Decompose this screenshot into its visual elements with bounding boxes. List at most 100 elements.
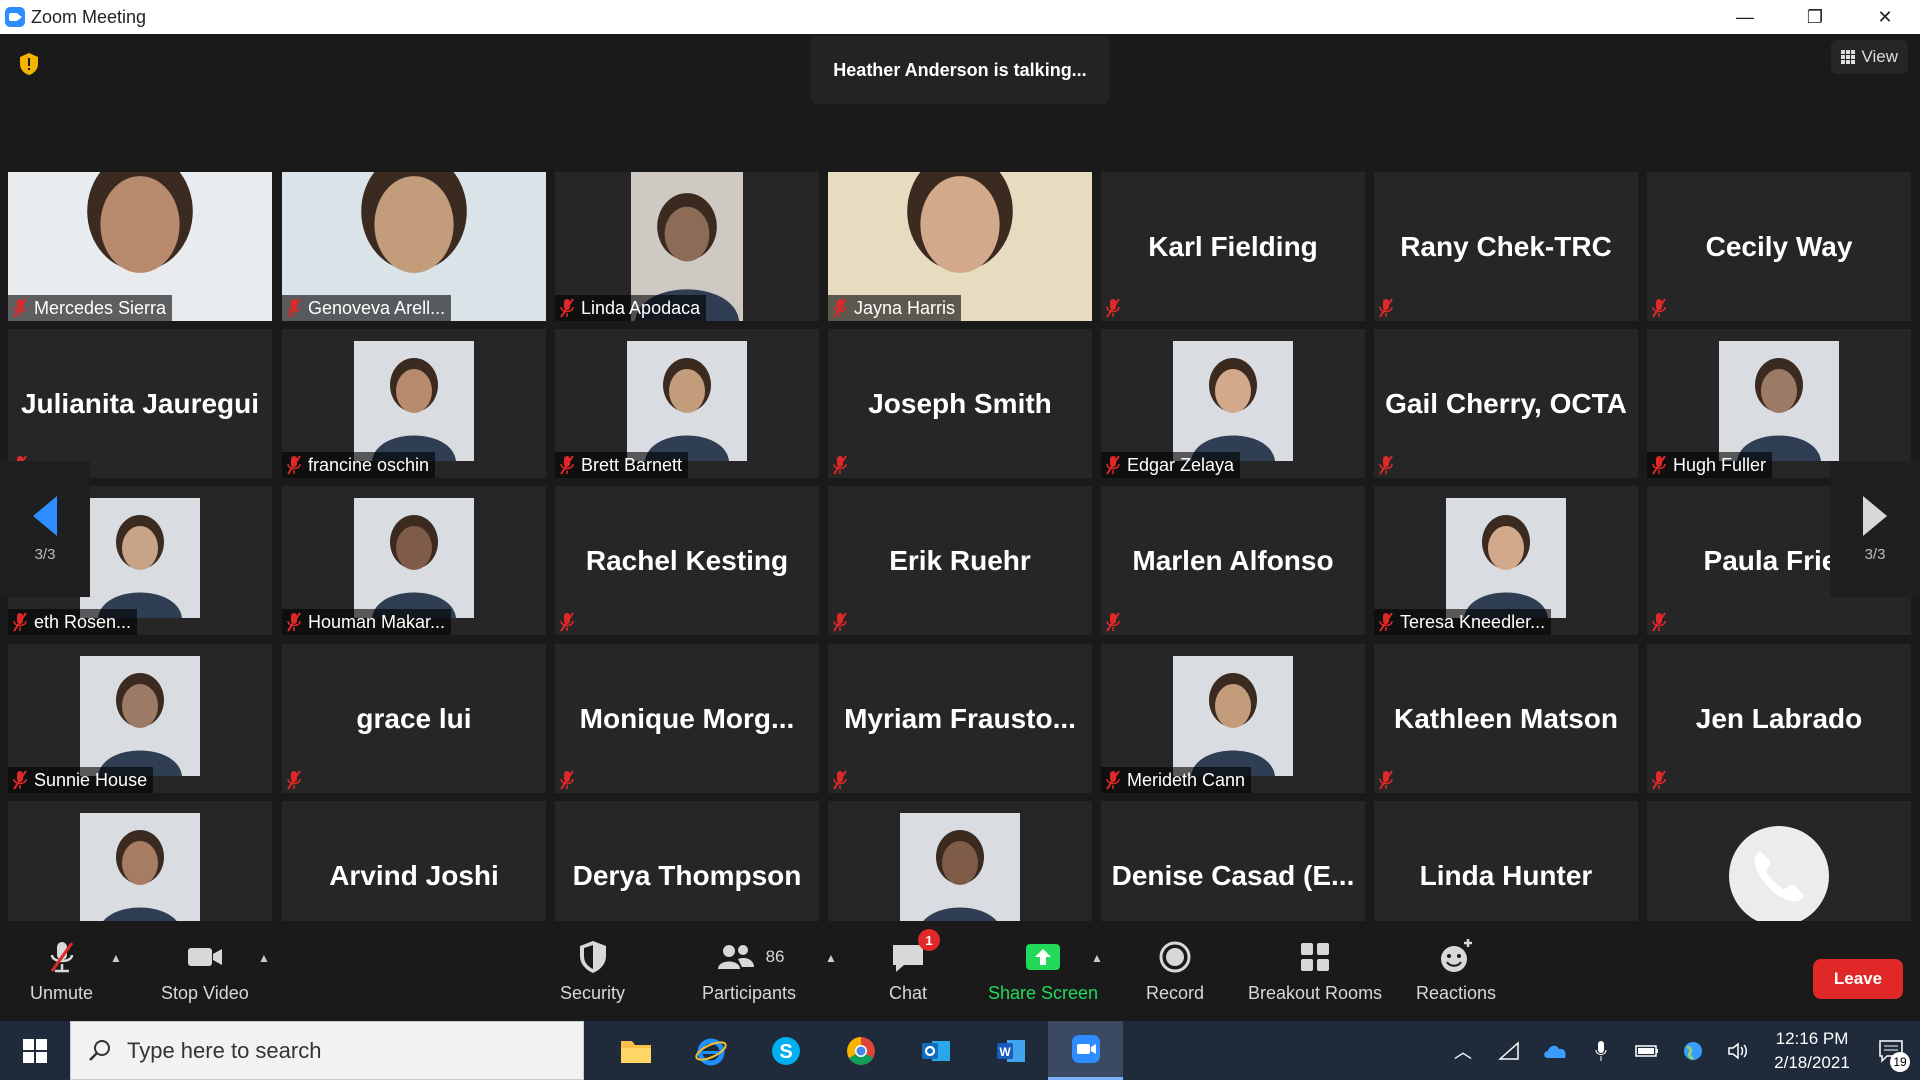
restore-button[interactable]: ❐ — [1780, 0, 1850, 34]
next-page-button[interactable]: 3/3 — [1830, 461, 1920, 597]
participants-count: 86 — [765, 947, 785, 966]
encryption-shield-icon[interactable] — [18, 52, 40, 76]
participant-tile[interactable]: Joseph Smith — [828, 329, 1092, 478]
show-hidden-icons-chevron-icon[interactable]: ︿ — [1440, 1021, 1486, 1080]
clock-time: 12:16 PM — [1775, 1028, 1849, 1048]
participants-options-caret-icon[interactable]: ▲ — [825, 951, 837, 965]
participant-tile[interactable]: Jayna Harris — [828, 172, 1092, 321]
participant-tile[interactable]: Erik Ruehr — [828, 486, 1092, 635]
mic-muted-icon — [286, 298, 302, 318]
zoom-app[interactable] — [1048, 1021, 1123, 1080]
share-options-caret-icon[interactable]: ▲ — [1091, 951, 1103, 965]
internet-explorer-app[interactable] — [673, 1021, 748, 1080]
participant-nameplate — [1647, 609, 1673, 635]
participant-name-label: eth Rosen... — [34, 611, 132, 632]
participant-tile[interactable]: Mercedes Sierra — [8, 172, 272, 321]
participant-tile[interactable]: francine oschin — [282, 329, 546, 478]
participant-tile[interactable]: Brett Barnett — [555, 329, 819, 478]
grid-view-icon — [1841, 50, 1856, 64]
participant-display-name: Joseph Smith — [868, 387, 1052, 419]
previous-page-button[interactable]: 3/3 — [0, 461, 90, 597]
reactions-button[interactable]: Reactions — [1416, 937, 1496, 1004]
mic-muted-icon — [12, 770, 28, 790]
participant-tile[interactable]: Linda Apodaca — [555, 172, 819, 321]
participant-profile-photo — [1173, 341, 1293, 461]
speaker-volume-icon[interactable] — [1716, 1021, 1762, 1080]
participant-nameplate — [555, 609, 581, 635]
mic-muted-icon — [832, 298, 848, 318]
participant-name-label: Edgar Zelaya — [1127, 454, 1235, 475]
chrome-app[interactable] — [823, 1021, 898, 1080]
title-bar: Zoom Meeting — ❐ ✕ — [0, 0, 1920, 34]
outlook-icon — [921, 1040, 950, 1061]
participant-tile[interactable]: Jen Labrado — [1647, 644, 1911, 793]
participant-tile[interactable]: Merideth Cann — [1101, 644, 1365, 793]
battery-icon[interactable] — [1624, 1021, 1670, 1080]
share-screen-button[interactable]: Share Screen — [988, 937, 1098, 1004]
video-options-caret-icon[interactable]: ▲ — [258, 951, 270, 965]
stop-video-button[interactable]: Stop Video — [161, 937, 249, 1004]
video-camera-icon — [187, 948, 222, 966]
participant-display-name: Derya Thompson — [572, 859, 802, 891]
participant-tile[interactable]: Houman Makar... — [282, 486, 546, 635]
security-shield-icon — [579, 941, 606, 973]
record-button[interactable]: Record — [1146, 937, 1204, 1004]
mic-muted-icon — [12, 612, 28, 632]
security-button[interactable]: Security — [560, 937, 625, 1004]
mic-muted-icon — [559, 612, 575, 632]
participant-tile[interactable]: Myriam Frausto... — [828, 644, 1092, 793]
taskbar-clock[interactable]: 12:16 PM 2/18/2021 — [1762, 1027, 1862, 1075]
participant-nameplate — [1101, 609, 1127, 635]
participant-tile[interactable]: Gail Cherry, OCTA — [1374, 329, 1638, 478]
audio-options-caret-icon[interactable]: ▲ — [110, 951, 122, 965]
skype-app[interactable]: S — [748, 1021, 823, 1080]
view-button[interactable]: View — [1831, 40, 1908, 74]
network-icon[interactable] — [1486, 1021, 1532, 1080]
participant-tile[interactable]: Monique Morg... — [555, 644, 819, 793]
onedrive-cloud-icon[interactable] — [1532, 1021, 1578, 1080]
participant-display-name: Marlen Alfonso — [1132, 544, 1334, 576]
globe-language-icon[interactable] — [1670, 1021, 1716, 1080]
participant-tile[interactable]: Teresa Kneedler... — [1374, 486, 1638, 635]
participant-display-name: Rachel Kesting — [585, 544, 789, 576]
participant-profile-photo — [80, 498, 200, 618]
leave-button[interactable]: Leave — [1813, 959, 1903, 999]
view-label: View — [1861, 47, 1898, 66]
participant-tile[interactable]: Rany Chek-TRC — [1374, 172, 1638, 321]
participant-nameplate — [1374, 767, 1400, 793]
action-center-button[interactable]: 19 — [1862, 1021, 1920, 1080]
close-button[interactable]: ✕ — [1850, 0, 1920, 34]
participant-tile[interactable]: Marlen Alfonso — [1101, 486, 1365, 635]
participant-tile[interactable]: Kathleen Matson — [1374, 644, 1638, 793]
file-explorer-app[interactable] — [598, 1021, 673, 1080]
participant-tile[interactable]: Cecily Way — [1647, 172, 1911, 321]
breakout-rooms-button[interactable]: Breakout Rooms — [1248, 937, 1382, 1004]
participant-tile[interactable]: grace lui — [282, 644, 546, 793]
participant-tile[interactable]: Rachel Kesting — [555, 486, 819, 635]
chat-button[interactable]: 1 Chat — [888, 929, 940, 1004]
participant-tile[interactable]: Karl Fielding — [1101, 172, 1365, 321]
participant-display-name: Karl Fielding — [1148, 230, 1318, 262]
participant-tile[interactable]: Edgar Zelaya — [1101, 329, 1365, 478]
participant-tile[interactable]: Julianita Jauregui — [8, 329, 272, 478]
record-label: Record — [1146, 983, 1205, 1003]
outlook-app[interactable] — [898, 1021, 973, 1080]
participants-button[interactable]: 86 Participants — [702, 937, 796, 1004]
page-indicator-right: 3/3 — [1864, 545, 1886, 563]
minimize-button[interactable]: — — [1710, 0, 1780, 34]
participant-nameplate — [828, 767, 854, 793]
arrow-left-icon — [33, 495, 57, 536]
system-tray: ︿ 12:16 PM 2/18/2021 19 — [1440, 1021, 1920, 1080]
microphone-tray-icon[interactable] — [1578, 1021, 1624, 1080]
start-button[interactable] — [0, 1021, 70, 1080]
taskbar-search-box[interactable]: Type here to search — [70, 1021, 584, 1080]
participant-tile[interactable]: Genoveva Arell... — [282, 172, 546, 321]
participant-display-name: Cecily Way — [1705, 230, 1853, 262]
word-app[interactable]: W — [973, 1021, 1048, 1080]
participant-nameplate: Merideth Cann — [1101, 767, 1252, 793]
unmute-button[interactable]: Unmute — [30, 937, 93, 1004]
participant-name-label: Mercedes Sierra — [34, 297, 167, 318]
participant-tile[interactable]: Hugh Fuller — [1647, 329, 1911, 478]
participant-tile[interactable]: Sunnie House — [8, 644, 272, 793]
chat-label: Chat — [888, 983, 928, 1003]
